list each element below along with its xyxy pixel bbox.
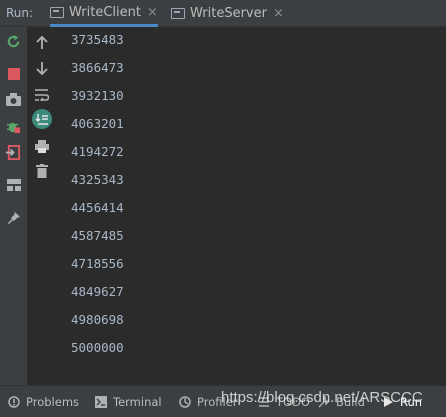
arrow-up-icon[interactable]: [32, 32, 52, 52]
tab-label: WriteClient: [69, 4, 141, 20]
console-line: 4325343: [71, 172, 124, 187]
print-icon[interactable]: [32, 136, 52, 156]
profiler-icon: [179, 396, 191, 408]
console-line: 4980698: [71, 312, 124, 327]
console-toolbar: [27, 27, 57, 385]
soft-wrap-icon[interactable]: [32, 85, 52, 105]
tab-label: WriteServer: [190, 6, 267, 21]
rerun-icon[interactable]: [4, 32, 23, 51]
console-icon: [171, 8, 185, 19]
console-output[interactable]: 3735483 3866473 3932130 4063201 4194272 …: [57, 27, 446, 385]
camera-icon[interactable]: [4, 90, 23, 109]
exit-icon[interactable]: [4, 143, 23, 162]
run-toolbar: [0, 27, 27, 385]
terminal-tab[interactable]: Terminal: [95, 395, 162, 409]
close-icon[interactable]: ×: [273, 6, 284, 21]
run-label: Run:: [6, 6, 34, 20]
console-icon: [50, 6, 64, 18]
console-line: 4456414: [71, 200, 124, 215]
terminal-label: Terminal: [113, 395, 162, 409]
run-toolwindow-header: Run: WriteClient × WriteServer ×: [0, 0, 446, 27]
watermark-text: https://blog.csdn.net/ARSCCC: [221, 389, 423, 406]
console-line: 4063201: [71, 116, 124, 131]
terminal-icon: [95, 396, 107, 408]
layout-icon[interactable]: [4, 175, 23, 194]
problems-icon: [8, 396, 20, 408]
console-line: 5000000: [71, 340, 124, 355]
console-line: 3866473: [71, 60, 124, 75]
console-line: 4849627: [71, 284, 124, 299]
trash-icon[interactable]: [32, 161, 52, 181]
console-line: 4718556: [71, 256, 124, 271]
tab-writeserver[interactable]: WriteServer ×: [171, 0, 284, 27]
tab-writeclient[interactable]: WriteClient ×: [50, 0, 158, 27]
scroll-to-end-icon[interactable]: [32, 109, 52, 129]
problems-label: Problems: [26, 395, 80, 409]
console-line: 3735483: [71, 32, 124, 47]
console-line: 4587485: [71, 228, 124, 243]
debug-icon[interactable]: [4, 117, 23, 136]
console-line: 4194272: [71, 144, 124, 159]
arrow-down-icon[interactable]: [32, 58, 52, 78]
stop-icon[interactable]: [4, 64, 23, 83]
console-line: 3932130: [71, 88, 124, 103]
tool-window-bar: Problems Terminal Profiler TODO Build Ru…: [0, 385, 446, 417]
problems-tab[interactable]: Problems: [8, 395, 79, 409]
pin-icon[interactable]: [4, 208, 23, 227]
close-icon[interactable]: ×: [147, 5, 158, 20]
